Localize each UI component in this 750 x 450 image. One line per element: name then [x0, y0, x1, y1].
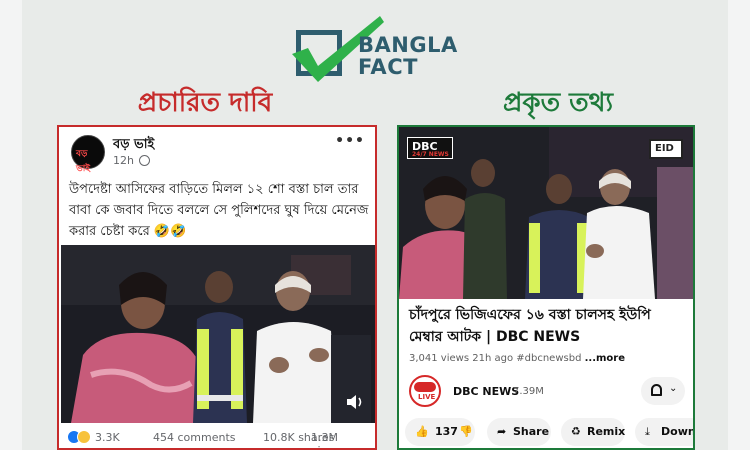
globe-icon: [139, 155, 150, 166]
video-meta[interactable]: 3,041 views 21h ago #dbcnewsbd ...more: [409, 353, 625, 364]
like-count: 137: [435, 425, 458, 438]
bell-icon: [651, 384, 662, 396]
more-options-icon[interactable]: •••: [335, 133, 365, 149]
fact-heading: প্রকৃত তথ্য: [502, 88, 614, 118]
page-margin-right: [728, 0, 750, 450]
channel-name[interactable]: DBC NEWS: [453, 385, 519, 398]
page-margin-left: [0, 0, 22, 450]
download-icon: ⤓: [645, 425, 650, 438]
logo-wordmark: BANGLA FACT: [358, 34, 458, 78]
logo-line-1: BANGLA: [358, 33, 458, 57]
like-dislike-button[interactable]: 👍 137 👎: [405, 418, 475, 446]
download-label: Downlo: [661, 425, 695, 438]
haha-reaction-icon: [77, 430, 91, 444]
video-title: চাঁদপুরে ভিজিএফের ১৬ বস্তা চালসহ ইউপি মে…: [409, 307, 651, 345]
reaction-count[interactable]: 3.3K: [95, 431, 120, 444]
dbc-watermark: DBC 24/7 NEWS: [407, 137, 453, 159]
eid-watermark-text: EID: [655, 143, 674, 154]
subscriber-count: 7.39M: [513, 386, 544, 397]
share-label: Share: [513, 425, 550, 438]
upload-age: 21h ago: [472, 353, 514, 364]
chevron-down-icon: ⌄: [669, 383, 678, 394]
banglafact-logo: BANGLA FACT: [288, 14, 478, 86]
page-avatar[interactable]: বড় ভাই: [71, 135, 105, 174]
avatar-label: বড় ভাই: [76, 149, 90, 174]
share-icon: ➦: [497, 425, 507, 438]
notification-bell-button[interactable]: ⌄: [641, 377, 685, 405]
more-link[interactable]: ...more: [585, 353, 625, 364]
like-icon[interactable]: 👍: [415, 425, 429, 438]
dislike-icon[interactable]: 👎: [459, 425, 473, 438]
video-actions: 👍 137 👎 ➦ Share ♻ Remix ⤓ Downlo: [405, 418, 695, 446]
view-count: 3,041 views: [409, 353, 470, 364]
post-stats: 3.3K 454 comments 10.8K shares 1.3M view…: [67, 429, 371, 448]
views-count: 1.3M views: [311, 431, 342, 448]
youtube-video-card: DBC 24/7 NEWS EID চাঁদপুরে ভিজিএফের ১৬ ব…: [397, 125, 695, 450]
page-name[interactable]: বড় ভাই: [113, 135, 154, 156]
post-text: উপদেষ্টা আসিফের বাড়িতে মিলল ১২ শো বস্তা…: [69, 182, 369, 239]
download-button[interactable]: ⤓ Downlo: [635, 418, 695, 446]
comments-count[interactable]: 454 comments: [153, 431, 235, 444]
youtube-video-player[interactable]: DBC 24/7 NEWS EID: [399, 127, 693, 299]
video-frame: [61, 245, 375, 423]
dbc-watermark-subtext: 24/7 NEWS: [412, 151, 449, 158]
logo-line-2: FACT: [358, 55, 418, 79]
post-video[interactable]: [61, 245, 375, 423]
channel-avatar-badge: [414, 382, 436, 392]
remix-button[interactable]: ♻ Remix: [561, 418, 625, 446]
hashtag-link[interactable]: #dbcnewsbd: [516, 353, 581, 364]
eid-watermark: EID: [649, 139, 683, 159]
facebook-post-card: বড় ভাই বড় ভাই 12h ••• উপদেষ্টা আসিফের …: [57, 125, 377, 450]
post-time[interactable]: 12h: [113, 154, 134, 167]
channel-avatar-live: LIVE: [418, 393, 436, 401]
share-button[interactable]: ➦ Share: [487, 418, 551, 446]
volume-icon[interactable]: [345, 393, 365, 411]
claim-heading: প্রচারিত দাবি: [137, 88, 273, 118]
remix-icon: ♻: [571, 425, 581, 438]
channel-avatar[interactable]: LIVE: [409, 375, 441, 407]
remix-label: Remix: [587, 425, 626, 438]
